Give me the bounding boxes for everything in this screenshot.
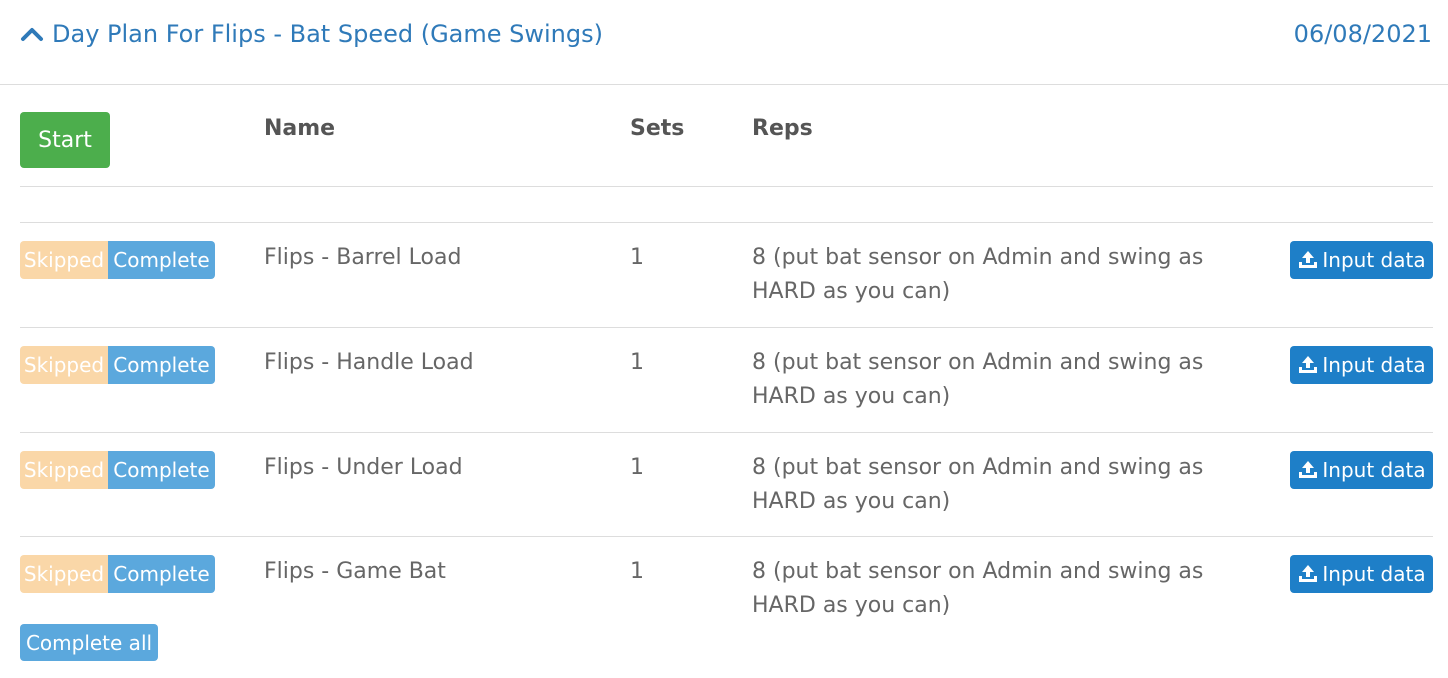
input-data-button[interactable]: Input data	[1290, 346, 1433, 384]
input-data-button[interactable]: Input data	[1290, 555, 1433, 593]
complete-button[interactable]: Complete	[108, 451, 215, 489]
exercise-reps: 8 (put bat sensor on Admin and swing as …	[752, 350, 1204, 409]
complete-all-button[interactable]: Complete all	[20, 624, 158, 661]
upload-icon	[1299, 356, 1318, 373]
exercise-sets: 1	[630, 245, 644, 270]
status-button-group: Skipped Complete	[20, 451, 215, 489]
table-row: Skipped Complete Flips - Under Load 1 8 …	[0, 433, 1448, 537]
input-data-button[interactable]: Input data	[1290, 241, 1433, 279]
exercise-name: Flips - Game Bat	[264, 559, 446, 584]
input-data-label: Input data	[1322, 353, 1426, 377]
table-row: Skipped Complete Flips - Handle Load 1 8…	[0, 328, 1448, 432]
exercise-sets: 1	[630, 559, 644, 584]
start-button[interactable]: Start	[20, 112, 110, 168]
skipped-button[interactable]: Skipped	[20, 346, 108, 384]
exercise-reps: 8 (put bat sensor on Admin and swing as …	[752, 245, 1204, 304]
column-header-name: Name	[264, 116, 336, 141]
exercise-name: Flips - Handle Load	[264, 350, 474, 375]
exercise-reps: 8 (put bat sensor on Admin and swing as …	[752, 559, 1204, 618]
plan-title: Day Plan For Flips - Bat Speed (Game Swi…	[52, 20, 603, 48]
input-data-label: Input data	[1322, 248, 1426, 272]
input-data-label: Input data	[1322, 458, 1426, 482]
input-data-label: Input data	[1322, 562, 1426, 586]
chevron-up-icon	[21, 28, 43, 41]
table-row: Skipped Complete Flips - Barrel Load 1 8…	[0, 223, 1448, 327]
skipped-button[interactable]: Skipped	[20, 451, 108, 489]
input-data-button[interactable]: Input data	[1290, 451, 1433, 489]
skipped-button[interactable]: Skipped	[20, 555, 108, 593]
status-button-group: Skipped Complete	[20, 241, 215, 279]
complete-button[interactable]: Complete	[108, 555, 215, 593]
complete-button[interactable]: Complete	[108, 241, 215, 279]
status-button-group: Skipped Complete	[20, 555, 215, 593]
upload-icon	[1299, 251, 1318, 268]
status-button-group: Skipped Complete	[20, 346, 215, 384]
column-header-reps: Reps	[752, 116, 813, 141]
plan-title-toggle[interactable]: Day Plan For Flips - Bat Speed (Game Swi…	[20, 20, 603, 48]
plan-header: Day Plan For Flips - Bat Speed (Game Swi…	[0, 0, 1448, 85]
table-row: Skipped Complete Flips - Game Bat 1 8 (p…	[0, 537, 1448, 641]
exercise-sets: 1	[630, 455, 644, 480]
complete-button[interactable]: Complete	[108, 346, 215, 384]
table-header-divider	[20, 186, 1433, 187]
exercise-name: Flips - Under Load	[264, 455, 463, 480]
column-header-sets: Sets	[630, 116, 685, 141]
skipped-button[interactable]: Skipped	[20, 241, 108, 279]
plan-date: 06/08/2021	[1293, 20, 1432, 48]
upload-icon	[1299, 565, 1318, 582]
upload-icon	[1299, 461, 1318, 478]
exercise-sets: 1	[630, 350, 644, 375]
exercise-name: Flips - Barrel Load	[264, 245, 462, 270]
exercise-reps: 8 (put bat sensor on Admin and swing as …	[752, 455, 1204, 514]
